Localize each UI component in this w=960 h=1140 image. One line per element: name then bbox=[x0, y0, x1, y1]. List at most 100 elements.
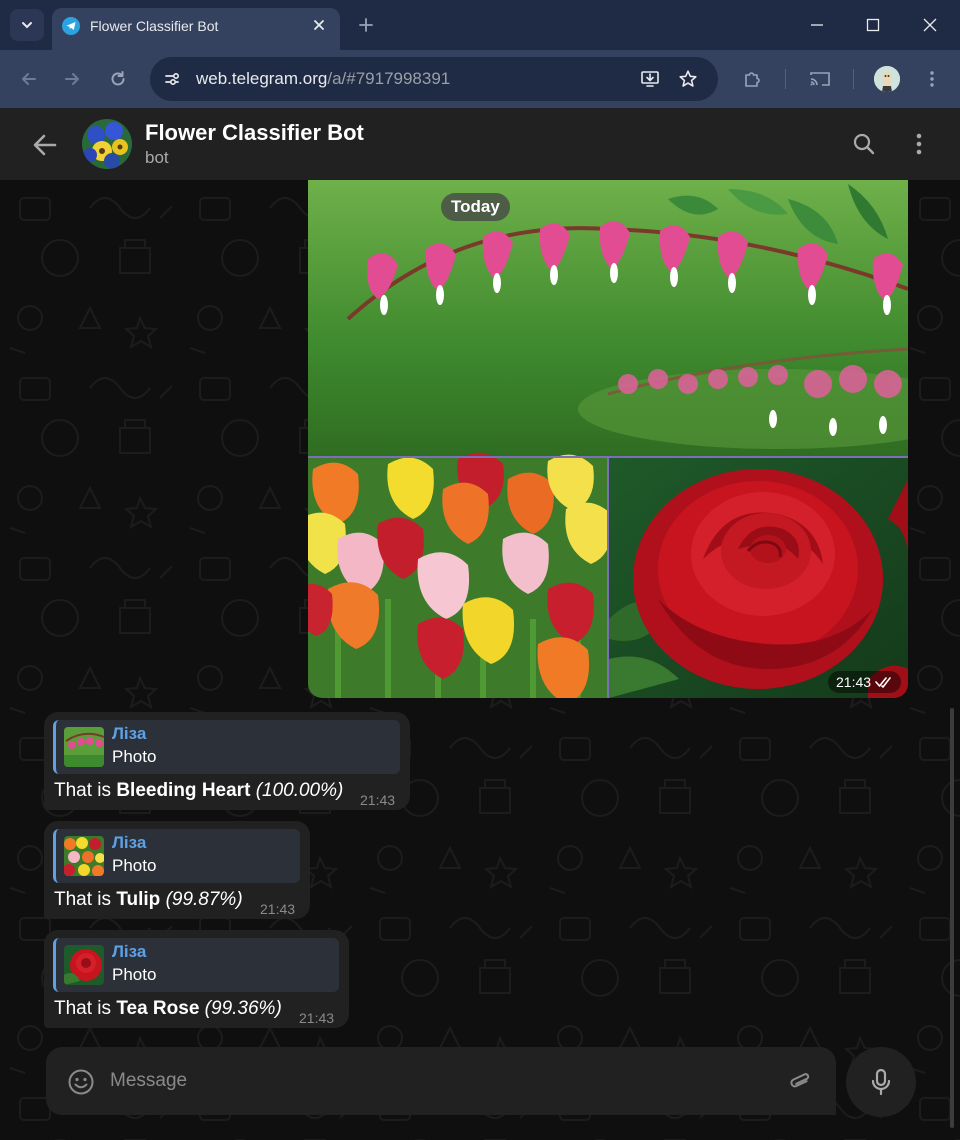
reply-quote[interactable]: Ліза Photo bbox=[53, 720, 400, 774]
chat-search-button[interactable] bbox=[848, 128, 880, 160]
minimize-icon bbox=[811, 24, 823, 26]
confidence: (99.36%) bbox=[204, 998, 282, 1019]
profile-avatar[interactable] bbox=[874, 66, 900, 92]
browser-toolbar: web.telegram.org/a/#7917998391 bbox=[0, 50, 960, 108]
cast-button[interactable] bbox=[806, 65, 834, 93]
bleeding-heart-photo[interactable] bbox=[308, 179, 908, 456]
reload-button[interactable] bbox=[104, 65, 132, 93]
attach-button[interactable] bbox=[784, 1066, 816, 1098]
chat-back-button[interactable] bbox=[28, 128, 62, 162]
maximize-button[interactable] bbox=[858, 10, 888, 40]
reply-thumbnail-tulips bbox=[64, 836, 104, 876]
reply-thumbnail-rose bbox=[64, 945, 104, 985]
chevron-down-icon bbox=[22, 22, 32, 29]
extensions-button[interactable] bbox=[738, 65, 766, 93]
tab-search-button[interactable] bbox=[10, 9, 44, 41]
voice-record-button[interactable] bbox=[846, 1047, 916, 1117]
emoji-button[interactable] bbox=[66, 1067, 96, 1097]
bot-avatar[interactable] bbox=[82, 119, 132, 169]
message-prefix: That is bbox=[54, 889, 117, 910]
extensions-icon bbox=[745, 72, 760, 87]
reload-icon bbox=[111, 71, 125, 86]
reply-quote[interactable]: Ліза Photo bbox=[53, 938, 339, 992]
bot-message[interactable]: Ліза Photo That is Tea Rose (99.36%) 21:… bbox=[44, 930, 349, 1028]
double-check-icon bbox=[875, 677, 891, 688]
new-tab-button[interactable] bbox=[354, 13, 378, 37]
chat-scrollbar[interactable] bbox=[950, 708, 954, 1128]
message-text: That is Bleeding Heart (100.00%) bbox=[54, 780, 343, 802]
plus-icon bbox=[359, 18, 373, 32]
tab-close-button[interactable] bbox=[308, 14, 330, 36]
forward-button[interactable] bbox=[58, 65, 86, 93]
bookmark-button[interactable] bbox=[676, 67, 700, 91]
confidence: (100.00%) bbox=[255, 780, 344, 801]
flower-name: Bleeding Heart bbox=[116, 780, 251, 801]
message-prefix: That is bbox=[54, 998, 117, 1019]
photo-album-message[interactable] bbox=[308, 179, 908, 698]
message-text: That is Tulip (99.87%) bbox=[54, 889, 243, 911]
reply-quote[interactable]: Ліза Photo bbox=[53, 829, 300, 883]
cast-icon bbox=[810, 72, 830, 86]
search-icon bbox=[853, 133, 875, 155]
minimize-button[interactable] bbox=[802, 10, 832, 40]
address-bar[interactable]: web.telegram.org/a/#7917998391 bbox=[150, 57, 718, 101]
confidence: (99.87%) bbox=[165, 889, 243, 910]
url-path: /a/#7917998391 bbox=[327, 69, 451, 88]
browser-tab-bar: Flower Classifier Bot bbox=[0, 0, 960, 50]
install-app-icon bbox=[641, 71, 659, 87]
reply-sender: Ліза bbox=[112, 942, 147, 961]
reply-sender: Ліза bbox=[112, 724, 147, 743]
bot-message[interactable]: Ліза Photo That is Tulip (99.87%) 21:43 bbox=[44, 821, 310, 919]
message-composer bbox=[46, 1047, 836, 1115]
message-time: 21:43 bbox=[360, 792, 396, 808]
toolbar-divider bbox=[853, 69, 854, 89]
browser-menu-button[interactable] bbox=[918, 65, 946, 93]
browser-tab[interactable]: Flower Classifier Bot bbox=[52, 8, 340, 50]
reply-text: Photo bbox=[112, 747, 157, 766]
chat-status: bot bbox=[145, 148, 169, 167]
date-separator: Today bbox=[441, 193, 510, 221]
telegram-chat: Flower Classifier Bot bot Today 21:43 Лі… bbox=[0, 108, 960, 1140]
window-close-icon bbox=[923, 18, 937, 32]
message-time: 21:43 bbox=[260, 901, 296, 917]
back-arrow-icon bbox=[33, 134, 57, 156]
tab-title: Flower Classifier Bot bbox=[90, 18, 219, 34]
url-host: web.telegram.org bbox=[196, 69, 328, 88]
site-info-icon bbox=[165, 72, 180, 86]
chat-header: Flower Classifier Bot bot bbox=[0, 108, 960, 180]
reply-thumbnail-bleeding-heart bbox=[64, 727, 104, 767]
close-icon bbox=[314, 20, 324, 30]
flower-name: Tulip bbox=[116, 889, 161, 910]
window-close-button[interactable] bbox=[915, 10, 945, 40]
smiley-icon bbox=[68, 1069, 94, 1095]
more-vertical-icon bbox=[916, 133, 922, 155]
chat-title: Flower Classifier Bot bbox=[145, 120, 364, 145]
back-arrow-icon bbox=[22, 73, 36, 85]
back-button[interactable] bbox=[15, 65, 43, 93]
forward-arrow-icon bbox=[65, 73, 79, 85]
reply-text: Photo bbox=[112, 856, 157, 875]
menu-icon bbox=[930, 71, 934, 87]
tulips-photo[interactable] bbox=[308, 452, 612, 698]
flower-name: Tea Rose bbox=[116, 998, 200, 1019]
toolbar-divider bbox=[785, 69, 786, 89]
bot-message[interactable]: Ліза Photo That is Bleeding Heart (100.0… bbox=[44, 712, 410, 810]
url-text[interactable]: web.telegram.org/a/#7917998391 bbox=[196, 69, 450, 89]
site-info-button[interactable] bbox=[160, 67, 184, 91]
telegram-favicon bbox=[62, 17, 80, 35]
message-text: That is Tea Rose (99.36%) bbox=[54, 998, 282, 1020]
microphone-icon bbox=[871, 1068, 891, 1096]
chat-more-button[interactable] bbox=[904, 128, 934, 160]
maximize-icon bbox=[866, 18, 880, 32]
message-prefix: That is bbox=[54, 780, 117, 801]
star-icon bbox=[679, 70, 697, 87]
reply-text: Photo bbox=[112, 965, 157, 984]
reply-sender: Ліза bbox=[112, 833, 147, 852]
album-time: 21:43 bbox=[836, 674, 872, 690]
album-timestamp: 21:43 bbox=[828, 671, 902, 693]
install-app-button[interactable] bbox=[638, 67, 662, 91]
paperclip-icon bbox=[790, 1073, 810, 1088]
message-input[interactable] bbox=[110, 1065, 770, 1097]
message-time: 21:43 bbox=[299, 1010, 335, 1026]
red-rose-photo[interactable] bbox=[609, 458, 908, 698]
